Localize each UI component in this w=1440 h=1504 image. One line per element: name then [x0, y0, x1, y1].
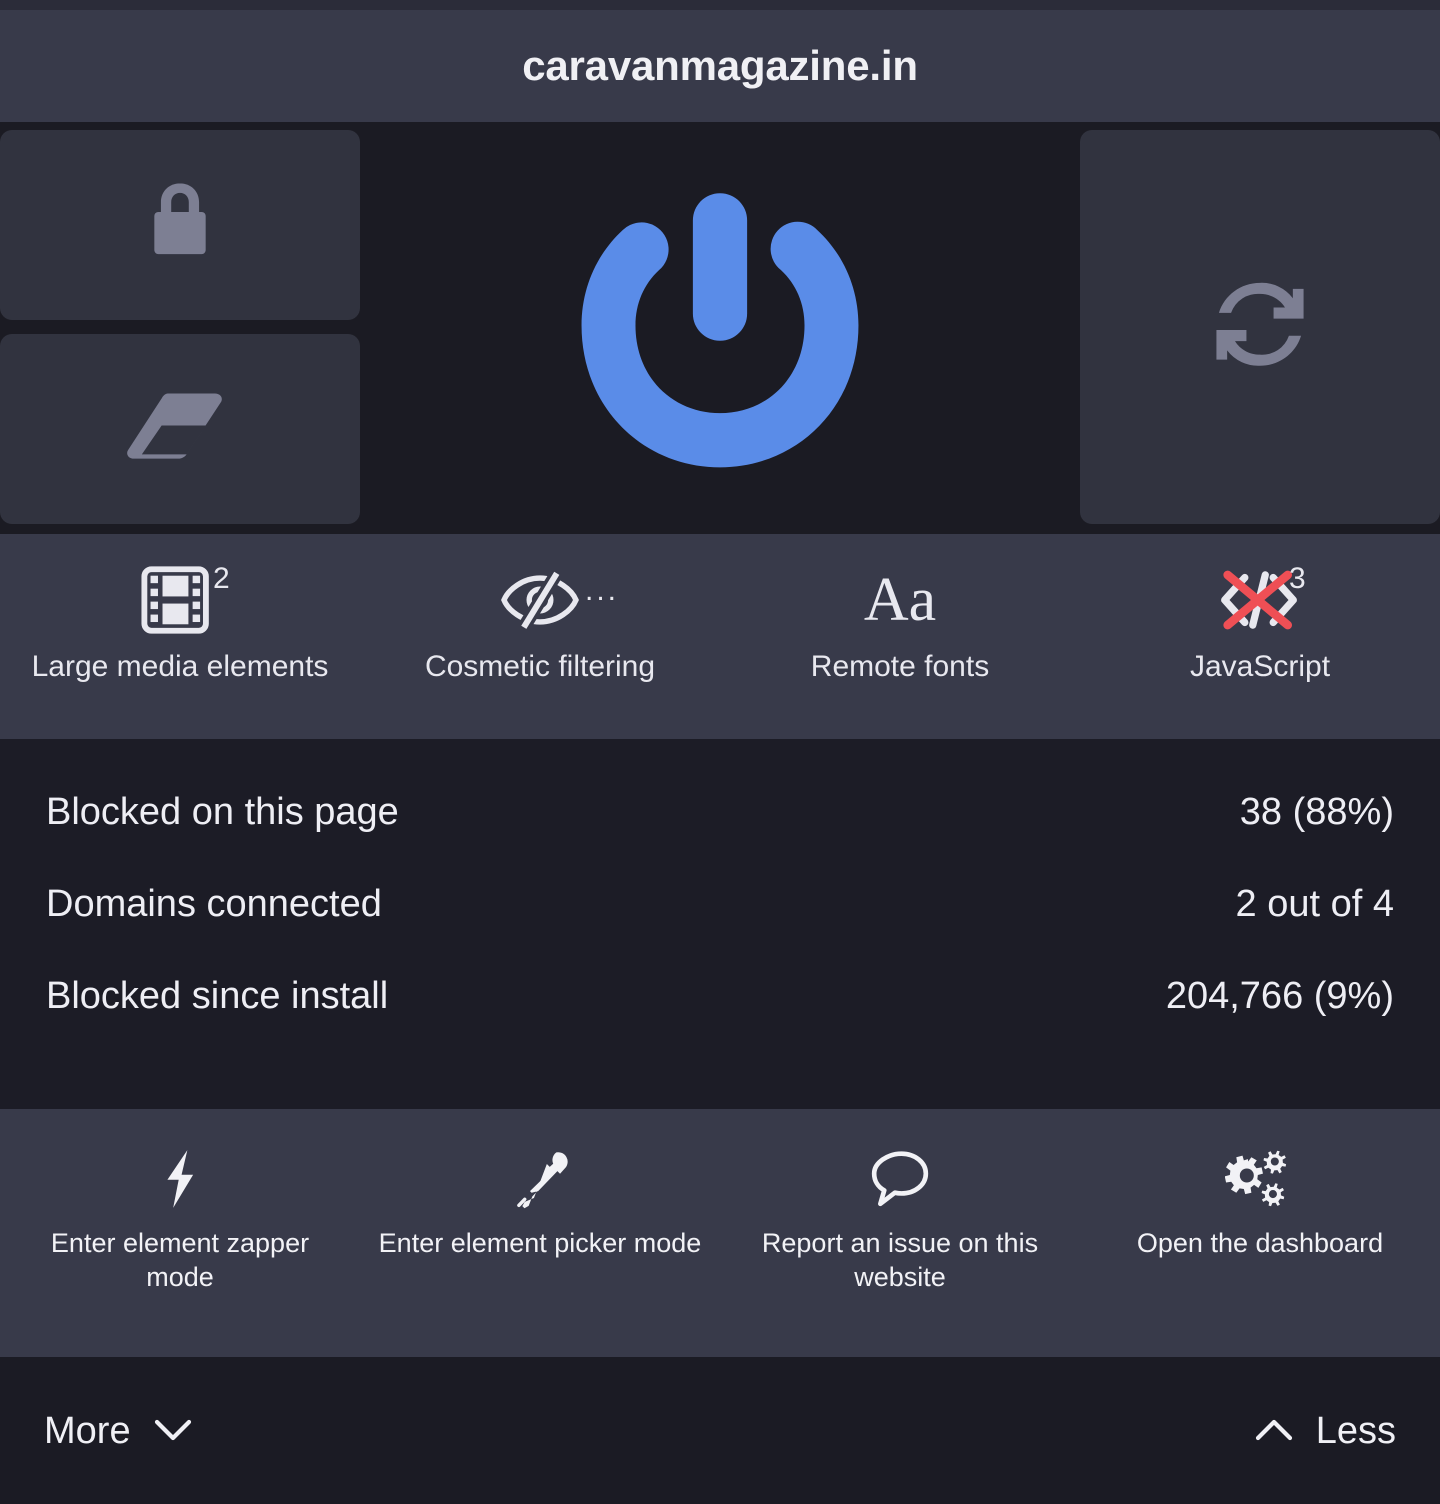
stat-row-blocked-since-install: Blocked since install 204,766 (9%) [46, 977, 1394, 1015]
page-hostname: caravanmagazine.in [522, 42, 918, 89]
reload-page-button[interactable] [1080, 130, 1440, 524]
stat-label: Domains connected [46, 883, 382, 925]
more-button[interactable]: More [44, 1412, 193, 1450]
stat-value: 38 (88%) [1239, 791, 1394, 833]
stat-label: Blocked since install [46, 975, 389, 1017]
switch-label: Remote fonts [810, 650, 990, 683]
stats-section: Blocked on this page 38 (88%) Domains co… [0, 739, 1440, 1109]
no-popups-lock-button[interactable] [0, 130, 360, 320]
lightning-bolt-icon [159, 1145, 201, 1213]
stat-value: 204,766 (9%) [1165, 975, 1394, 1017]
padlock-icon [136, 175, 224, 276]
chevron-up-icon [1254, 1412, 1294, 1450]
switch-label: Large media elements [31, 650, 329, 683]
font-aa-icon: Aa [863, 566, 937, 634]
eyedropper-icon [511, 1145, 569, 1213]
stat-label: Blocked on this page [46, 791, 399, 833]
tool-label: Open the dashboard [1136, 1228, 1384, 1258]
clear-cache-eraser-button[interactable] [0, 334, 360, 524]
switch-label: Cosmetic filtering [424, 650, 656, 683]
left-button-column [0, 122, 360, 524]
switch-label: JavaScript [1189, 650, 1331, 683]
stat-value: 2 out of 4 [1235, 883, 1394, 925]
popup-header: caravanmagazine.in [0, 0, 1440, 122]
tool-open-dashboard[interactable]: Open the dashboard [1080, 1145, 1440, 1261]
large-media-count-badge: 2 [213, 562, 230, 595]
switch-large-media-elements[interactable]: 2 Large media elements [0, 562, 360, 684]
cosmetic-filtering-ellipsis: ... [585, 574, 620, 607]
switch-cosmetic-filtering[interactable]: ... Cosmetic filtering [360, 562, 720, 683]
tool-element-zapper[interactable]: Enter element zapper mode [0, 1145, 360, 1295]
gears-icon [1225, 1145, 1295, 1213]
stat-row-blocked-on-page: Blocked on this page 38 (88%) [46, 793, 1394, 831]
chevron-down-icon [153, 1412, 193, 1450]
javascript-count-badge: 3 [1289, 562, 1306, 595]
tool-label: Enter element zapper mode [50, 1228, 310, 1292]
switch-javascript[interactable]: 3 JavaScript [1080, 562, 1440, 684]
film-strip-icon: 2 [139, 562, 230, 638]
code-brackets-crossed-icon: 3 [1217, 562, 1306, 638]
right-button-column [1080, 122, 1440, 524]
per-site-switches: 2 Large media elements ... Cosmetic filt… [0, 534, 1440, 739]
reload-icon [1210, 282, 1310, 373]
eraser-icon [126, 382, 234, 477]
stat-row-domains-connected: Domains connected 2 out of 4 [46, 885, 1394, 923]
switch-remote-fonts[interactable]: Aa Remote fonts [720, 562, 1080, 683]
speech-bubble-icon [869, 1145, 931, 1213]
power-icon[interactable] [575, 176, 865, 481]
power-button-wrap [360, 122, 1080, 534]
ublock-popup: caravanmagazine.in 2 Large media element… [0, 0, 1440, 1504]
popup-footer: More Less [0, 1357, 1440, 1504]
more-label: More [44, 1409, 131, 1452]
power-section [0, 122, 1440, 534]
tool-label: Report an issue on this website [761, 1228, 1039, 1292]
tool-label: Enter element picker mode [378, 1228, 702, 1258]
tools-section: Enter element zapper mode Enter element … [0, 1109, 1440, 1357]
less-button[interactable]: Less [1254, 1412, 1396, 1450]
less-label: Less [1315, 1409, 1396, 1452]
eye-slash-icon: ... [501, 562, 616, 638]
tool-report-issue[interactable]: Report an issue on this website [720, 1145, 1080, 1295]
tool-element-picker[interactable]: Enter element picker mode [360, 1145, 720, 1261]
